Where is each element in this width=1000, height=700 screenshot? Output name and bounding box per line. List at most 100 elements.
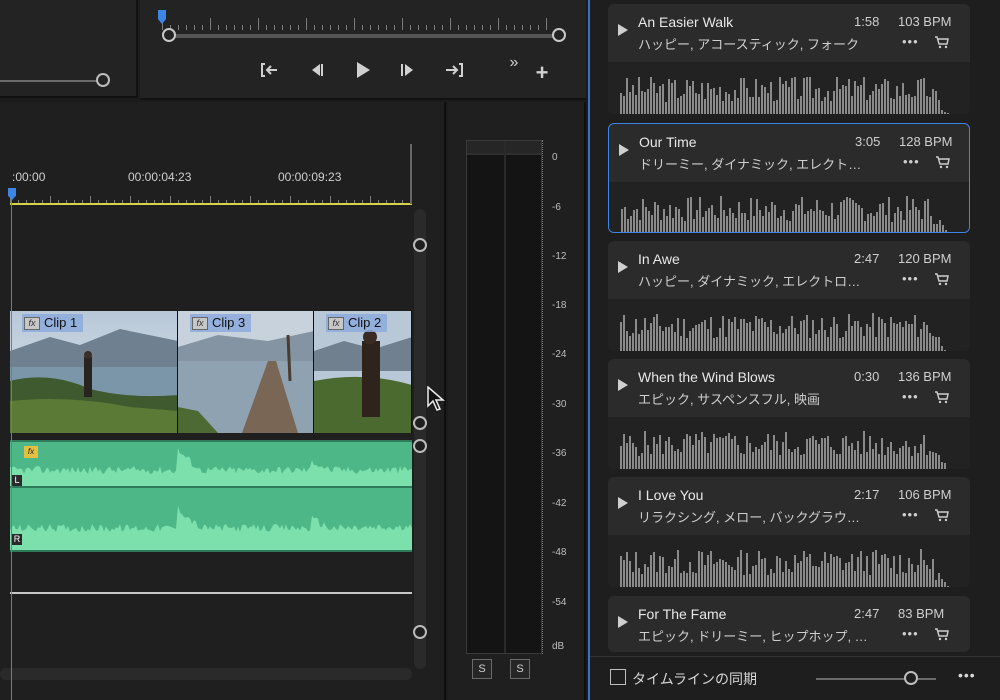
waveform-bar <box>759 210 761 232</box>
track-more-button[interactable]: ••• <box>902 507 919 522</box>
zoom-slider-knob[interactable] <box>904 671 918 685</box>
program-ruler[interactable] <box>162 10 556 30</box>
waveform-bar <box>716 95 718 114</box>
waveform-bar <box>761 85 763 114</box>
sync-timeline-checkbox[interactable] <box>610 669 626 685</box>
waveform-bar <box>662 331 664 351</box>
music-track-card[interactable]: When the Wind Blows エピック, サスペンスフル, 映画 0:30… <box>608 359 970 469</box>
track-waveform[interactable] <box>609 182 969 232</box>
music-track-card[interactable]: Our Time ドリーミー, ダイナミック, エレクト… 3:05 128 BPM •… <box>608 123 970 233</box>
waveform-bar <box>929 97 931 114</box>
waveform-bar <box>711 205 713 232</box>
scroll-knob-2[interactable] <box>413 416 427 430</box>
cart-icon[interactable] <box>934 272 950 286</box>
scrub-in-handle[interactable] <box>162 28 176 42</box>
video-clip-1[interactable]: fx Clip 1 <box>10 311 178 433</box>
play-track-icon[interactable] <box>618 24 628 36</box>
music-track-card[interactable]: I Love You リラクシング, メロー, バックグラウ… 2:17 106 BP… <box>608 477 970 587</box>
track-more-button[interactable]: ••• <box>902 626 919 641</box>
waveform-bar <box>710 551 712 587</box>
video-clip-2[interactable]: fx Clip 2 <box>314 311 412 433</box>
waveform-bar <box>764 442 766 469</box>
more-controls-button[interactable]: » <box>502 52 526 74</box>
play-track-icon[interactable] <box>618 616 628 628</box>
track-duration: 0:30 <box>854 369 880 384</box>
music-track-card[interactable]: For The Fame エピック, ドリーミー, ヒップホップ, … 2:47 83… <box>608 596 970 652</box>
video-clip-3[interactable]: fx Clip 3 <box>178 311 314 433</box>
timeline-horizontal-scrollbar[interactable] <box>0 668 412 680</box>
solo-right-button[interactable]: S <box>510 659 530 679</box>
track-waveform[interactable] <box>608 62 970 114</box>
cart-icon[interactable] <box>934 627 950 641</box>
scroll-knob-1[interactable] <box>413 238 427 252</box>
mark-out-button[interactable] <box>442 60 466 82</box>
track-more-button[interactable]: ••• <box>902 34 919 49</box>
work-area-bar[interactable] <box>10 203 412 205</box>
timeline-end-marker <box>410 144 412 204</box>
track-tags: リラクシング, メロー, バックグラウ… <box>638 510 860 525</box>
track-waveform[interactable] <box>608 417 970 469</box>
track-more-button[interactable]: ••• <box>902 389 919 404</box>
track-more-button[interactable]: ••• <box>902 271 919 286</box>
mark-in-button[interactable] <box>258 60 282 82</box>
waveform-bar <box>809 338 811 351</box>
solo-left-button[interactable]: S <box>472 659 492 679</box>
cart-icon[interactable] <box>934 35 950 49</box>
ruler-tick <box>330 25 331 30</box>
waveform-bar <box>770 569 772 587</box>
step-forward-button[interactable] <box>396 60 420 82</box>
track-more-button[interactable]: ••• <box>903 154 920 169</box>
track-waveform[interactable] <box>608 299 970 351</box>
waveform-bar <box>767 434 769 469</box>
audio-clip[interactable]: fx L R <box>10 440 412 552</box>
waveform-bar <box>779 77 781 114</box>
waveform-bar <box>650 77 652 114</box>
add-button[interactable]: + <box>530 62 554 84</box>
audio-meter <box>466 140 542 654</box>
panel-slider-knob[interactable] <box>96 73 110 87</box>
cart-icon[interactable] <box>934 390 950 404</box>
timeline-playhead-line[interactable] <box>11 194 12 700</box>
waveform-bar <box>654 202 656 232</box>
waveform-bar <box>890 317 892 351</box>
panel-slider-track[interactable] <box>0 80 104 82</box>
track-waveform[interactable] <box>608 535 970 587</box>
music-track-card[interactable]: In Awe ハッピー, ダイナミック, エレクトロ… 2:47 120 BPM ••• <box>608 241 970 351</box>
waveform-bar <box>879 204 881 232</box>
panel-more-button[interactable]: ••• <box>958 667 976 683</box>
music-track-card[interactable]: An Easier Walk ハッピー, アコースティック, フォーク 1:58 10… <box>608 4 970 114</box>
scroll-knob-4[interactable] <box>413 625 427 639</box>
waveform-bar <box>803 551 805 587</box>
cart-icon[interactable] <box>934 508 950 522</box>
waveform-bar <box>812 436 814 469</box>
waveform-bar <box>866 556 868 587</box>
sync-timeline-label[interactable]: タイムラインの同期 <box>632 669 757 689</box>
waveform-bar <box>698 324 700 351</box>
waveform-bar <box>785 432 787 469</box>
waveform-bar <box>938 573 940 587</box>
waveform-bar <box>884 79 886 114</box>
waveform-bar <box>842 337 844 351</box>
waveform-bar <box>653 83 655 114</box>
zoom-slider-track[interactable] <box>816 678 936 680</box>
waveform-bar <box>803 320 805 351</box>
ruler-tick <box>538 25 539 30</box>
scrub-out-handle[interactable] <box>552 28 566 42</box>
scroll-knob-3[interactable] <box>413 439 427 453</box>
waveform-bar <box>677 550 679 587</box>
waveform-bar <box>683 319 685 351</box>
waveform-bar <box>725 562 727 587</box>
play-track-icon[interactable] <box>618 379 628 391</box>
play-track-icon[interactable] <box>619 144 629 156</box>
step-back-button[interactable] <box>304 60 328 82</box>
program-scrub-bar[interactable] <box>168 34 558 38</box>
waveform-bar <box>857 86 859 114</box>
waveform-bar <box>771 202 773 232</box>
cart-icon[interactable] <box>935 155 951 169</box>
play-track-icon[interactable] <box>618 261 628 273</box>
play-button[interactable] <box>350 60 374 82</box>
waveform-bar <box>638 568 640 587</box>
play-track-icon[interactable] <box>618 497 628 509</box>
audio-fx-badge[interactable]: fx <box>24 446 38 458</box>
waveform-bar <box>638 456 640 469</box>
